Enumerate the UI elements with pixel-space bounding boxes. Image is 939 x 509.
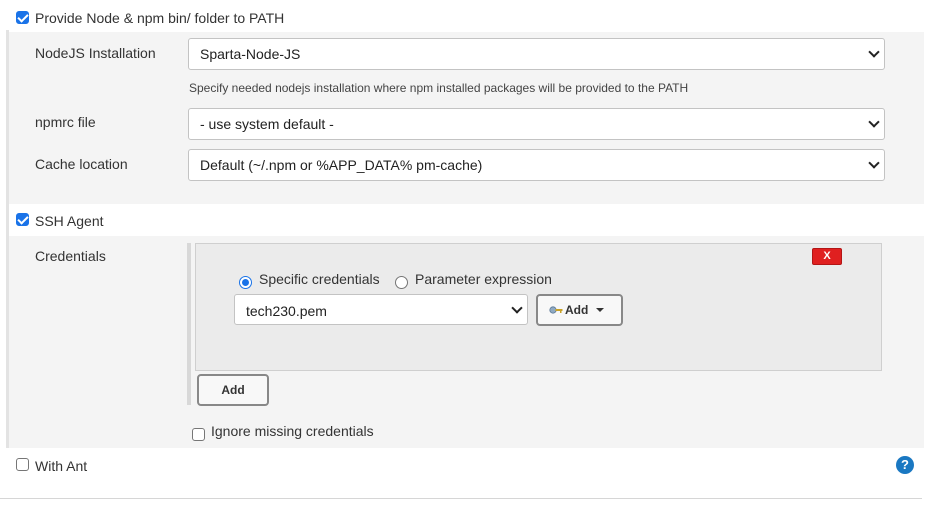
cache-location-select[interactable]: Default (~/.npm or %APP_DATA% pm-cache)	[188, 149, 885, 181]
radio-specific-credentials[interactable]	[239, 276, 252, 289]
add-dropdown-label: Add	[565, 303, 589, 317]
with-ant-label[interactable]: With Ant	[35, 458, 87, 474]
credential-select[interactable]: tech230.pem	[234, 294, 528, 325]
chevron-down-icon	[868, 46, 880, 58]
radio-specific-label[interactable]: Specific credentials	[259, 271, 380, 287]
nodejs-installation-help: Specify needed nodejs installation where…	[189, 81, 689, 95]
ignore-missing-checkbox[interactable]	[192, 428, 205, 441]
add-credentials-button[interactable]: Add	[197, 374, 269, 406]
help-icon-glyph: ?	[901, 457, 909, 472]
radio-dot	[242, 279, 249, 286]
npmrc-select[interactable]: - use system default -	[188, 108, 885, 140]
add-credential-dropdown-button[interactable]: Add	[536, 294, 623, 326]
nodejs-installation-value: Sparta-Node-JS	[200, 46, 301, 62]
with-ant-checkbox[interactable]	[16, 458, 29, 471]
nodejs-installation-label: NodeJS Installation	[35, 45, 156, 61]
credential-value: tech230.pem	[246, 303, 327, 319]
credentials-label: Credentials	[35, 248, 106, 264]
provide-node-checkbox[interactable]	[16, 11, 29, 24]
ignore-missing-label[interactable]: Ignore missing credentials	[211, 423, 374, 439]
ssh-agent-checkbox[interactable]	[16, 213, 29, 226]
cache-location-value: Default (~/.npm or %APP_DATA% pm-cache)	[200, 157, 483, 173]
chevron-down-icon	[511, 302, 523, 314]
provide-node-label[interactable]: Provide Node & npm bin/ folder to PATH	[35, 10, 284, 26]
add-button-label: Add	[221, 383, 245, 397]
npmrc-label: npmrc file	[35, 114, 96, 130]
radio-parameter-expression[interactable]	[395, 276, 408, 289]
delete-label: X	[823, 250, 831, 262]
npmrc-value: - use system default -	[200, 116, 334, 132]
chevron-down-icon	[868, 157, 880, 169]
nodejs-installation-select[interactable]: Sparta-Node-JS	[188, 38, 885, 70]
credentials-block-gutter	[187, 243, 191, 405]
chevron-down-icon	[868, 116, 880, 128]
cache-location-label: Cache location	[35, 156, 128, 172]
help-icon[interactable]: ?	[896, 456, 914, 474]
ssh-agent-label[interactable]: SSH Agent	[35, 213, 104, 229]
section-divider	[0, 498, 922, 499]
delete-credential-button[interactable]: X	[812, 248, 842, 265]
key-icon	[549, 306, 563, 314]
radio-parameter-label[interactable]: Parameter expression	[415, 271, 552, 287]
caret-down-icon	[596, 308, 604, 312]
